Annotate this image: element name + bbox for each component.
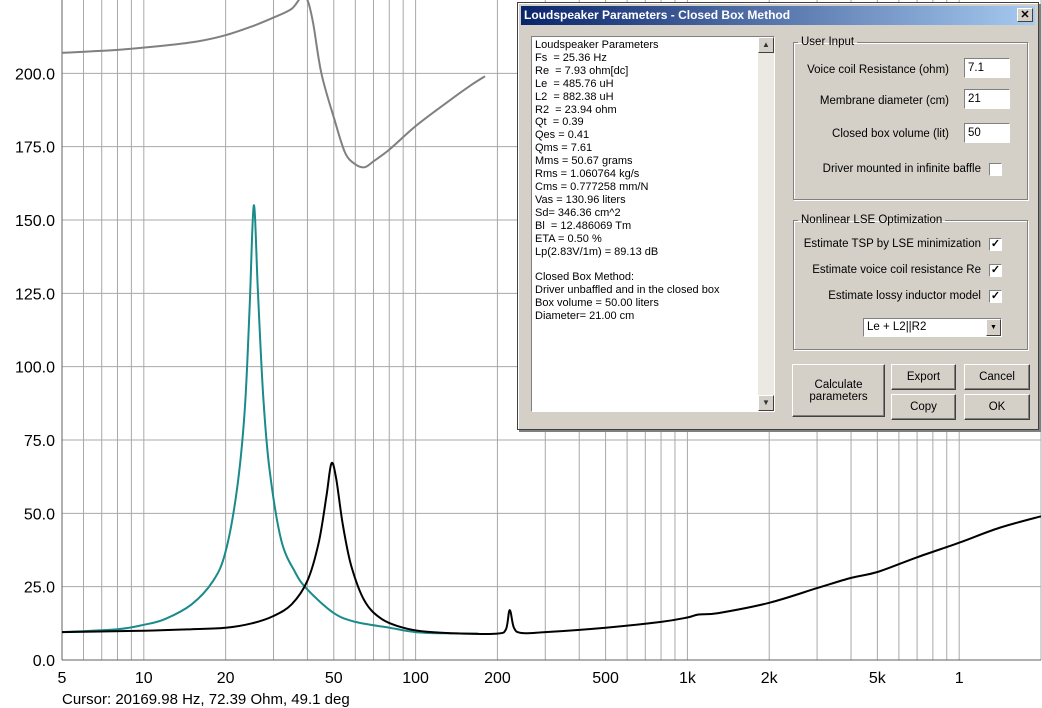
diameter-label: Membrane diameter (cm)	[819, 95, 949, 107]
infinite-baffle-checkbox[interactable]	[989, 163, 1002, 176]
results-line: Rms = 1.060764 kg/s	[535, 168, 640, 181]
dialog-title: Loudspeaker Parameters - Closed Box Meth…	[524, 8, 791, 22]
x-tick-label: 200	[484, 670, 511, 687]
lossy-inductor-checkbox[interactable]: ✓	[989, 290, 1002, 303]
estimate-re-label: Estimate voice coil resistance Re	[812, 264, 981, 276]
x-tick-label: 100	[402, 670, 429, 687]
close-button[interactable]: ✕	[1017, 8, 1033, 22]
x-tick-label: 5k	[869, 670, 887, 687]
lse-title: Nonlinear LSE Optimization	[801, 214, 943, 226]
tsp-lse-label: Estimate TSP by LSE minimization	[803, 238, 981, 250]
x-tick-label: 20	[217, 670, 235, 687]
closed-box-dialog: Loudspeaker Parameters - Closed Box Meth…	[517, 2, 1039, 430]
y-tick-label: 100.0	[15, 360, 55, 377]
results-textarea[interactable]: Loudspeaker Parameters Fs = 25.36 Hz Re = …	[531, 36, 775, 412]
y-tick-labels: 0.0 25.0 50.0 75.0 100.0 125.0 150.0 175.0 200.0	[15, 66, 55, 670]
results-line: ETA = 0.50 %	[535, 232, 602, 245]
chevron-down-icon[interactable]: ▼	[986, 319, 1001, 336]
y-tick-label: 125.0	[15, 286, 55, 303]
diameter-input[interactable]	[964, 89, 1010, 109]
cursor-readout: Cursor: 20169.98 Hz, 72.39 Ohm, 49.1 deg	[62, 691, 350, 708]
x-tick-labels: 5 10 20 50 100 200 500 1k 2k 5k 1	[58, 670, 964, 687]
results-line: Driver unbaffled and in the closed box	[535, 284, 720, 297]
copy-button[interactable]: Copy	[891, 394, 956, 420]
y-tick-label: 200.0	[15, 66, 55, 83]
results-line: Le = 485.76 uH	[535, 77, 614, 90]
results-line: R2 = 23.94 ohm	[535, 103, 617, 116]
cancel-button[interactable]: Cancel	[964, 364, 1030, 390]
y-tick-label: 50.0	[24, 506, 55, 523]
voice-coil-input[interactable]	[964, 58, 1010, 78]
y-tick-label: 0.0	[33, 653, 55, 670]
user-input-title: User Input	[801, 36, 855, 48]
x-tick-label: 1k	[679, 670, 697, 687]
results-line: Fs = 25.36 Hz	[535, 51, 607, 64]
results-line: Box volume = 50.00 liters	[535, 297, 659, 310]
results-text: Loudspeaker Parameters Fs = 25.36 Hz Re = …	[535, 39, 756, 409]
y-tick-label: 75.0	[24, 433, 55, 450]
scroll-down-button[interactable]: ▼	[758, 395, 774, 411]
results-line: Lp(2.83V/1m) = 89.13 dB	[535, 245, 659, 258]
results-line: Re = 7.93 ohm[dc]	[535, 64, 629, 77]
results-scrollbar[interactable]: ▲ ▼	[758, 37, 774, 411]
y-tick-label: 150.0	[15, 213, 55, 230]
results-line: Qms = 7.61	[535, 142, 593, 155]
x-tick-label: 10	[135, 670, 153, 687]
export-button[interactable]: Export	[891, 364, 956, 390]
box-volume-input[interactable]	[964, 123, 1010, 143]
results-line: Cms = 0.777258 mm/N	[535, 180, 649, 193]
box-volume-label: Closed box volume (lit)	[832, 128, 949, 140]
voice-coil-label: Voice coil Resistance (ohm)	[807, 64, 949, 76]
calculate-parameters-button[interactable]: Calculate parameters	[792, 364, 885, 417]
x-tick-label: 50	[325, 670, 343, 687]
y-tick-label: 175.0	[15, 140, 55, 157]
x-tick-label: 5	[58, 670, 67, 687]
inductor-model-select[interactable]: Le + L2||R2 ▼	[863, 318, 1002, 337]
results-line: Qt = 0.39	[535, 116, 584, 129]
results-line	[535, 258, 756, 271]
dialog-titlebar[interactable]: Loudspeaker Parameters - Closed Box Meth…	[521, 6, 1035, 25]
infinite-baffle-label: Driver mounted in infinite baffle	[822, 163, 981, 175]
closed-box-impedance-curve	[61, 461, 1042, 635]
lossy-inductor-label: Estimate lossy inductor model	[828, 290, 981, 302]
scroll-up-button[interactable]: ▲	[758, 37, 774, 53]
tsp-lse-checkbox[interactable]: ✓	[989, 238, 1002, 251]
results-line: L2 = 882.38 uH	[535, 90, 614, 103]
results-line: Loudspeaker Parameters	[535, 39, 659, 51]
x-tick-label: 1	[955, 670, 964, 687]
inductor-model-value: Le + L2||R2	[867, 321, 927, 333]
estimate-re-checkbox[interactable]: ✓	[989, 264, 1002, 277]
x-tick-label: 2k	[761, 670, 779, 687]
results-line: Diameter= 21.00 cm	[535, 310, 635, 323]
results-line: Vas = 130.96 liters	[535, 193, 626, 206]
ok-button[interactable]: OK	[964, 394, 1030, 420]
results-line: Mms = 50.67 grams	[535, 155, 633, 168]
x-tick-label: 500	[592, 670, 619, 687]
results-line: Sd= 346.36 cm^2	[535, 206, 621, 219]
results-line: Closed Box Method:	[535, 271, 635, 284]
results-line: Qes = 0.41	[535, 129, 590, 142]
results-line: Bl = 12.486069 Tm	[535, 219, 632, 232]
y-tick-label: 25.0	[24, 580, 55, 597]
